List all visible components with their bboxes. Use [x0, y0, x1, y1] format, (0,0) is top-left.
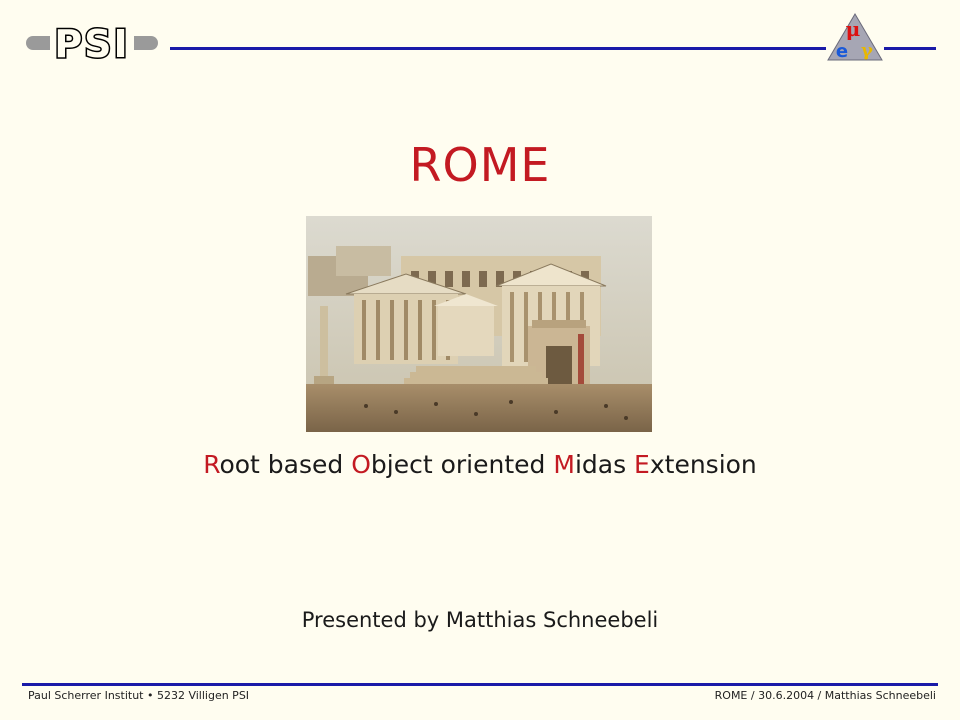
- subtitle-initial-r: R: [203, 450, 220, 479]
- subtitle-initial-e: E: [634, 450, 650, 479]
- footer-institute: Paul Scherrer Institut • 5232 Villigen P…: [28, 689, 250, 702]
- subtitle-initial-o: O: [351, 450, 371, 479]
- slide-title: ROME: [409, 138, 551, 192]
- footer-slide-info: ROME / 30.6.2004 / Matthias Schneebeli: [714, 689, 936, 702]
- presenter-line: Presented by Matthias Schneebeli: [301, 608, 659, 632]
- subtitle-word-extension: xtension: [649, 450, 757, 479]
- gamma-symbol: γ: [861, 40, 873, 61]
- subtitle-word-root: oot based: [219, 450, 352, 479]
- psi-logo-text: PSI: [54, 24, 129, 64]
- subtitle-word-midas: idas: [574, 450, 635, 479]
- muon-symbol: μ: [846, 17, 861, 41]
- subtitle-initial-m: M: [553, 450, 575, 479]
- slide-subtitle: Root based Object oriented Midas Extensi…: [0, 450, 960, 479]
- meg-experiment-logo: μ e γ: [826, 12, 884, 62]
- header-rule: [170, 47, 936, 50]
- subtitle-word-object: bject oriented: [370, 450, 554, 479]
- footer-rule: [22, 683, 938, 686]
- psi-logo: PSI: [26, 24, 158, 64]
- electron-symbol: e: [836, 41, 848, 62]
- roman-forum-image: [306, 216, 652, 432]
